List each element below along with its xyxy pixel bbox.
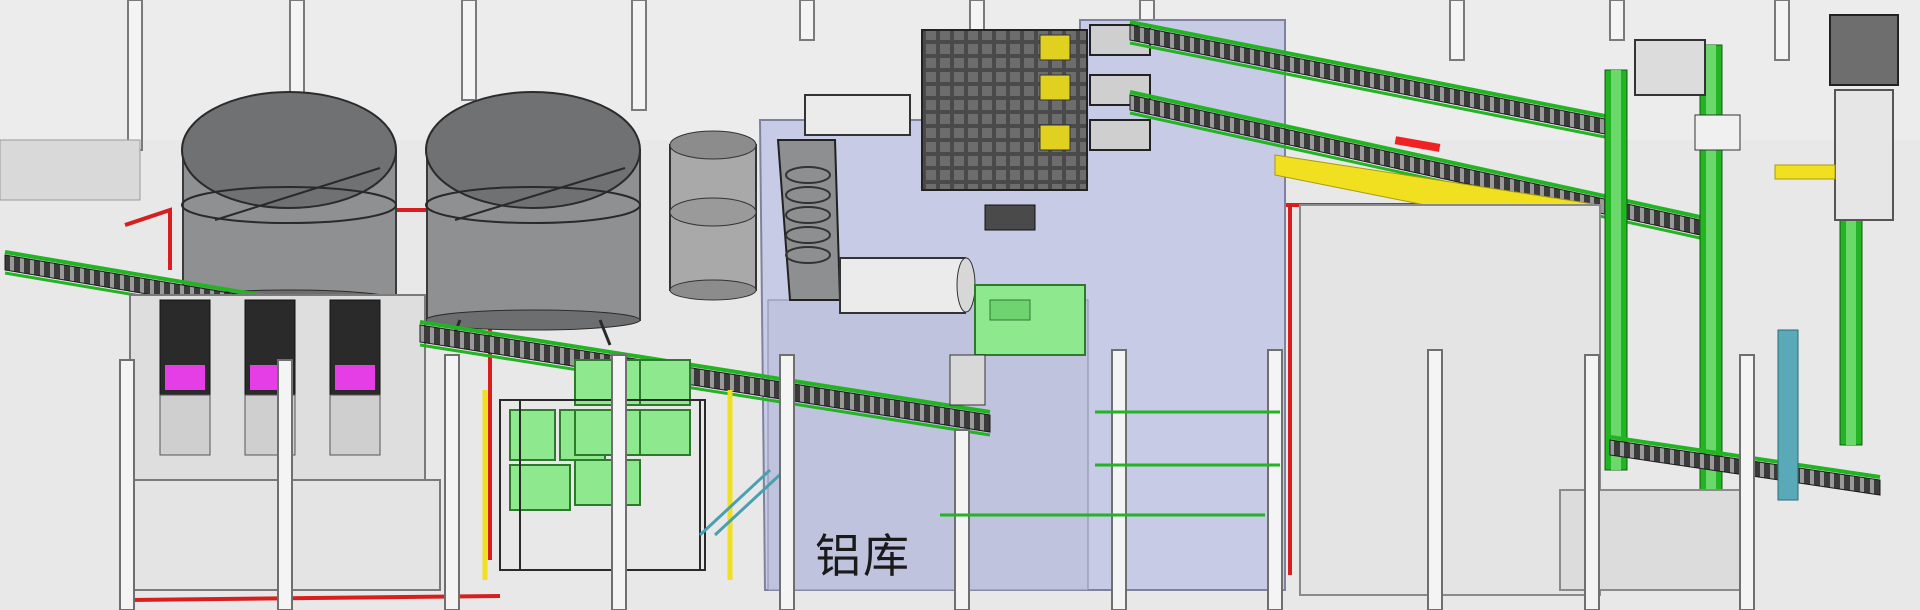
- left-wall-block: [0, 139, 141, 201]
- drum-dryer-upper: [804, 94, 911, 136]
- storage-tank-2: [425, 91, 641, 346]
- mill-grid-platform: [921, 29, 1088, 191]
- yellow-railing: [1774, 164, 1836, 180]
- plant-layout-drawing: [0, 0, 1920, 610]
- storage-tank-1: [181, 91, 397, 311]
- right-elevator-2: [1699, 44, 1723, 496]
- control-cabinet: [949, 354, 986, 406]
- spiral-classifier: [776, 139, 842, 301]
- drum-dryer-lower: [839, 257, 976, 314]
- green-machine-center: [974, 284, 1086, 356]
- hopper-1: [159, 299, 211, 456]
- cyan-ladder: [1777, 329, 1799, 501]
- right-elevator-1: [1604, 69, 1628, 471]
- right-tower-frame: [1829, 14, 1899, 221]
- aluminum-warehouse-label: 铝库: [815, 529, 911, 583]
- twin-silos: [669, 130, 757, 301]
- hopper-3: [329, 299, 381, 456]
- mill-gearbox: [984, 204, 1036, 231]
- right-platform: [1299, 204, 1601, 596]
- right-elevator-3: [1839, 214, 1863, 446]
